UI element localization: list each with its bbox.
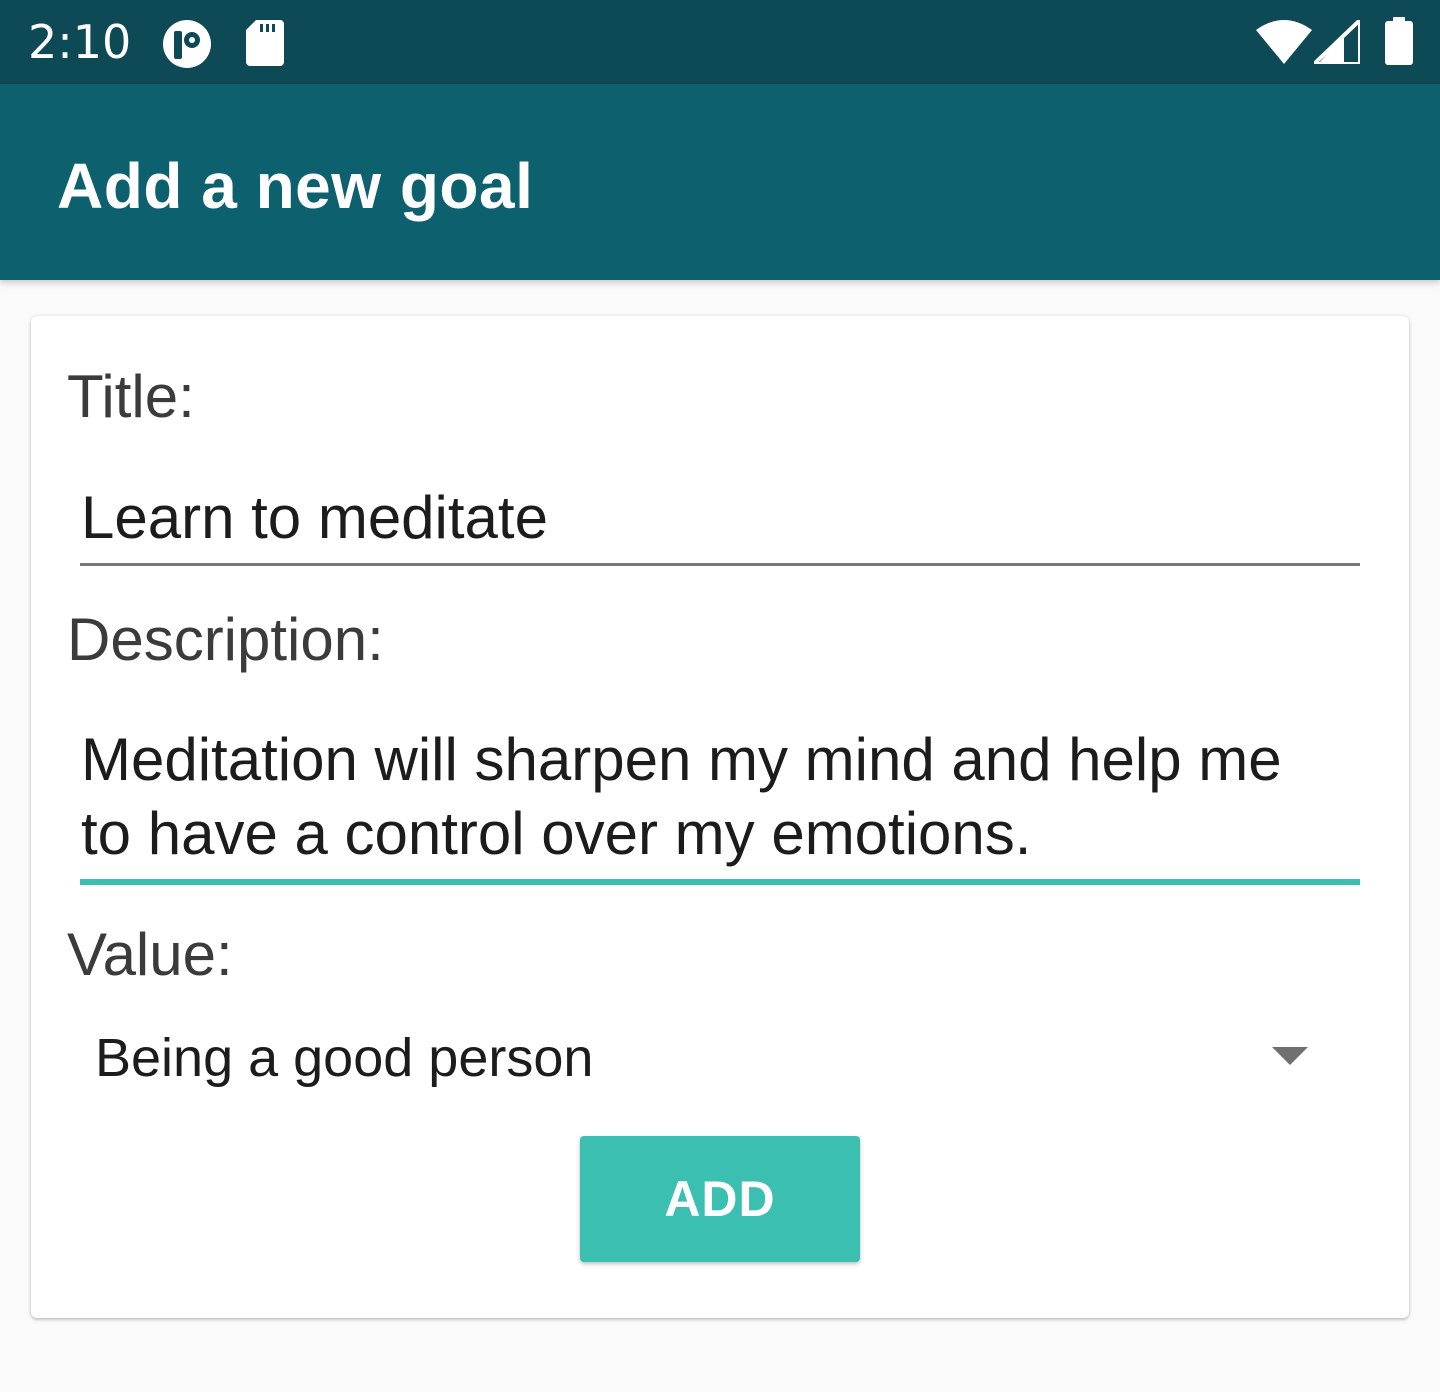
title-label: Title: [67, 363, 195, 430]
description-label: Description: [67, 606, 384, 673]
title-input-underline [80, 563, 1360, 566]
description-input-underline [80, 879, 1360, 885]
title-input[interactable]: Learn to meditate [81, 481, 548, 555]
app-notification-icon [162, 19, 212, 73]
page-title: Add a new goal [57, 150, 534, 222]
wifi-icon [1256, 20, 1312, 68]
sd-card-icon [246, 20, 284, 70]
description-line-1: Meditation will sharpen my mind and help… [81, 726, 1282, 793]
value-spinner-selected: Being a good person [95, 1028, 594, 1088]
battery-icon [1385, 17, 1413, 69]
cell-signal-icon [1312, 18, 1362, 68]
add-button[interactable]: ADD [580, 1136, 860, 1262]
status-time: 2:10 [28, 15, 132, 69]
description-line-2: to have a control over my emotions. [81, 800, 1032, 867]
chevron-down-icon [1272, 1047, 1308, 1069]
value-label: Value: [67, 921, 233, 988]
status-bar: 2:10 [0, 0, 1440, 84]
